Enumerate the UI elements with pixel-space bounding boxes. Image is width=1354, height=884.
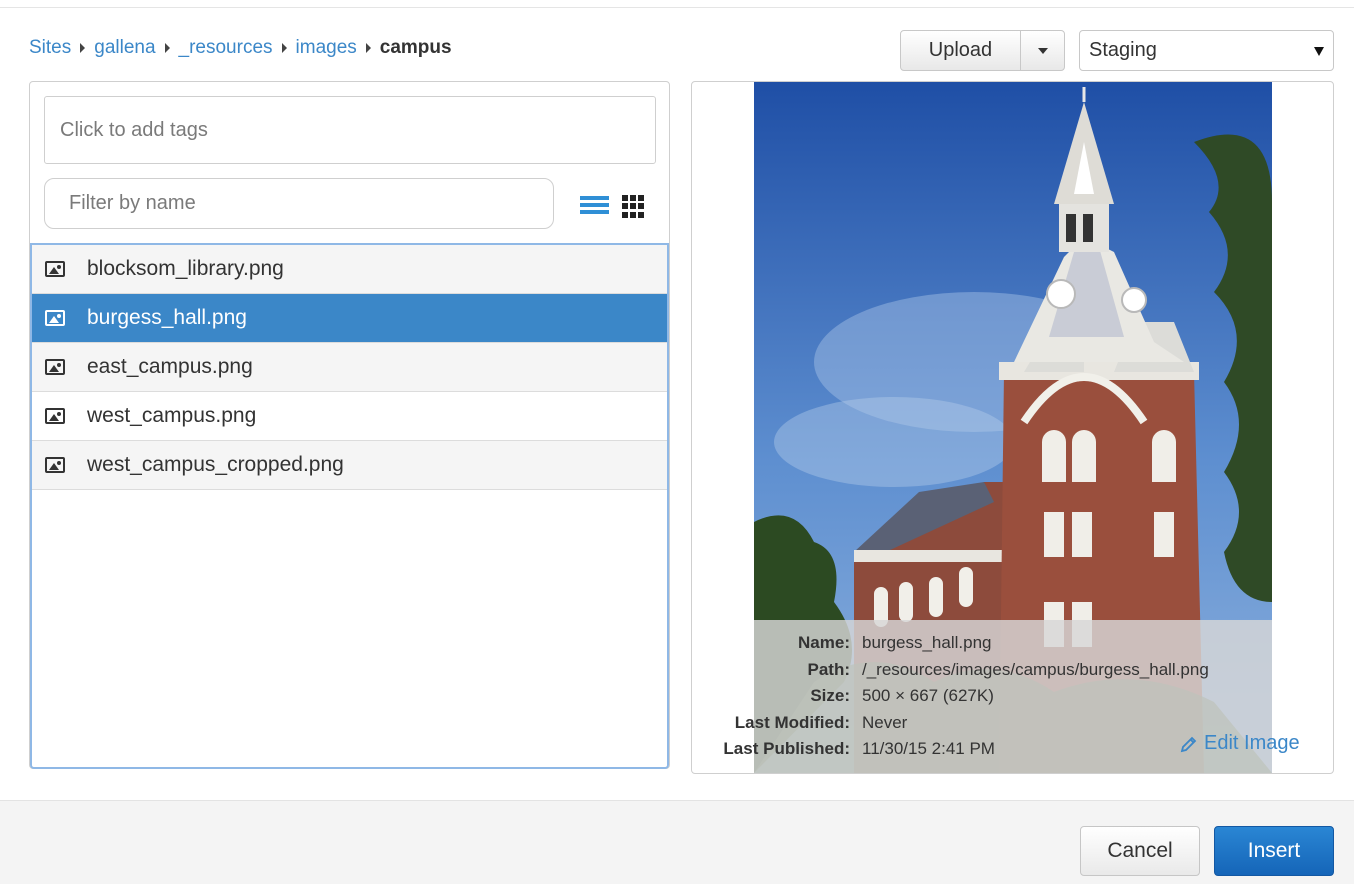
pencil-icon [1180, 736, 1197, 752]
edit-image-link[interactable]: Edit Image [1180, 732, 1300, 755]
metadata-label: Name: [798, 633, 850, 653]
filter-by-name-input[interactable]: Filter by name [44, 178, 554, 229]
file-browser-panel: Click to add tags Filter by name blockso… [29, 81, 670, 769]
metadata-value-size: 500 × 667 (627K) [862, 686, 994, 706]
cancel-button[interactable]: Cancel [1080, 826, 1200, 876]
metadata-label: Last Published: [723, 739, 850, 759]
file-item-west-campus[interactable]: west_campus.png [32, 392, 667, 441]
breadcrumb: Sites gallena _resources images campus [29, 37, 452, 59]
filter-placeholder: Filter by name [69, 192, 196, 214]
top-divider [0, 7, 1354, 8]
file-name: burgess_hall.png [87, 306, 247, 329]
image-file-icon [45, 310, 65, 326]
image-preview-panel: Name: burgess_hall.png Path: /_resources… [691, 81, 1334, 774]
metadata-row-name: Name: burgess_hall.png [692, 630, 1333, 657]
file-name: west_campus_cropped.png [87, 453, 344, 476]
metadata-row-size: Size: 500 × 667 (627K) [692, 683, 1333, 710]
metadata-value-last-modified: Never [862, 712, 908, 732]
upload-button-group: Upload [900, 30, 1065, 71]
environment-selected-value: Staging [1089, 39, 1157, 61]
breadcrumb-resources[interactable]: _resources [179, 37, 273, 59]
image-file-icon [45, 457, 65, 473]
list-view-icon[interactable] [580, 196, 609, 216]
breadcrumb-sites[interactable]: Sites [29, 37, 71, 59]
file-item-burgess-hall[interactable]: burgess_hall.png [32, 294, 667, 343]
metadata-value-path: /_resources/images/campus/burgess_hall.p… [862, 659, 1209, 679]
upload-dropdown-toggle[interactable] [1021, 31, 1064, 70]
image-file-icon [45, 261, 65, 277]
file-list: blocksom_library.png burgess_hall.png ea… [30, 243, 669, 769]
file-name: west_campus.png [87, 404, 257, 427]
insert-button[interactable]: Insert [1214, 826, 1334, 876]
metadata-value-last-published: 11/30/15 2:41 PM [862, 739, 995, 759]
metadata-label: Size: [810, 686, 850, 706]
file-item-blocksom-library[interactable]: blocksom_library.png [32, 245, 667, 294]
dropdown-arrow-icon [1314, 47, 1324, 56]
image-file-icon [45, 408, 65, 424]
tags-input[interactable]: Click to add tags [44, 96, 656, 164]
image-file-icon [45, 359, 65, 375]
breadcrumb-separator-icon [281, 43, 287, 53]
breadcrumb-current: campus [379, 37, 452, 58]
file-name: blocksom_library.png [87, 257, 284, 280]
environment-select[interactable]: Staging [1079, 30, 1334, 71]
file-name: east_campus.png [87, 355, 253, 378]
chevron-down-icon [1037, 47, 1048, 54]
upload-button[interactable]: Upload [901, 31, 1021, 70]
metadata-label: Path: [807, 659, 851, 679]
breadcrumb-gallena[interactable]: gallena [94, 37, 155, 59]
breadcrumb-separator-icon [365, 43, 371, 53]
metadata-value-name: burgess_hall.png [862, 633, 992, 653]
edit-image-label: Edit Image [1204, 732, 1300, 754]
grid-view-icon[interactable] [622, 195, 645, 218]
tags-placeholder: Click to add tags [60, 118, 208, 141]
breadcrumb-images[interactable]: images [296, 37, 357, 59]
file-item-west-campus-cropped[interactable]: west_campus_cropped.png [32, 441, 667, 490]
metadata-label: Last Modified: [734, 712, 850, 732]
breadcrumb-separator-icon [164, 43, 170, 53]
breadcrumb-separator-icon [80, 43, 86, 53]
file-item-east-campus[interactable]: east_campus.png [32, 343, 667, 392]
metadata-row-path: Path: /_resources/images/campus/burgess_… [692, 657, 1333, 684]
